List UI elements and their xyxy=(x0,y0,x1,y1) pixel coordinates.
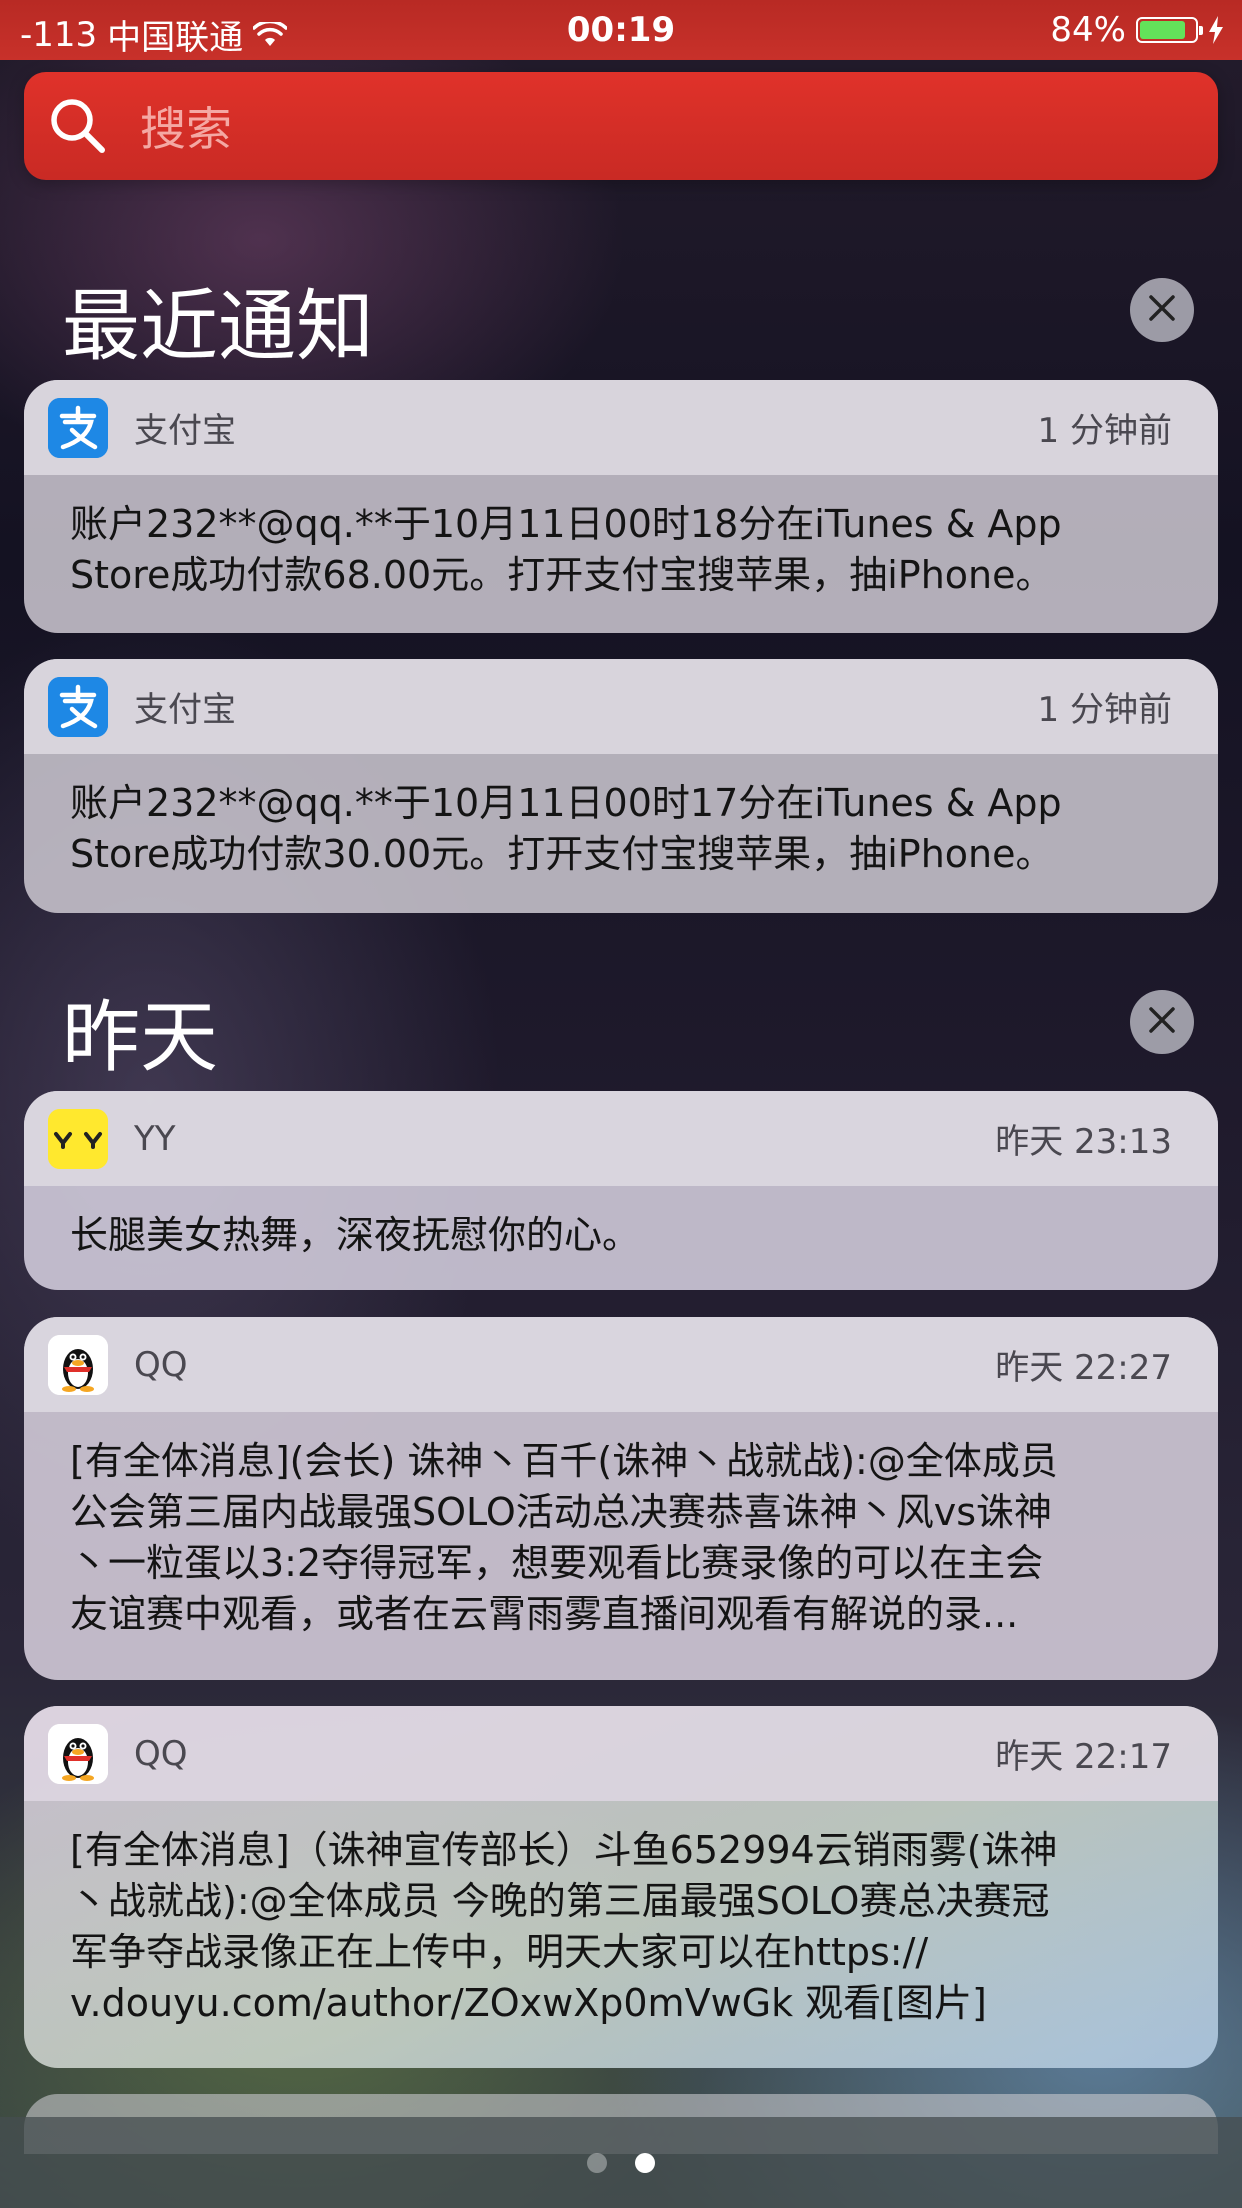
notification-card[interactable]: QQ 昨天 22:27 [有全体消息](会长) 诛神丶百千(诛神丶战就战):@全… xyxy=(24,1317,1218,1680)
close-icon xyxy=(1147,1005,1177,1039)
notification-body: [有全体消息](会长) 诛神丶百千(诛神丶战就战):@全体成员 公会第三届内战最… xyxy=(70,1439,1058,1636)
notification-time: 昨天 22:27 xyxy=(995,1348,1172,1388)
notification-card[interactable]: YY 昨天 23:13 长腿美女热舞，深夜抚慰你的心。 xyxy=(24,1091,1218,1290)
notification-time: 昨天 22:17 xyxy=(995,1737,1172,1777)
yy-icon xyxy=(48,1108,108,1169)
notification-body: 长腿美女热舞，深夜抚慰你的心。 xyxy=(70,1213,641,1257)
search-placeholder[interactable]: 搜索 xyxy=(140,93,232,159)
battery-percent: 84% xyxy=(1050,10,1126,50)
notification-header: 支付宝 1 分钟前 xyxy=(24,659,1218,754)
notification-body: 账户232**@qq.**于10月11日00时17分在iTunes & App … xyxy=(70,781,1062,876)
notification-time: 1 分钟前 xyxy=(1037,411,1172,451)
app-name: QQ xyxy=(134,1344,188,1385)
page-dot-1[interactable] xyxy=(587,2152,607,2173)
notification-header: QQ 昨天 22:27 xyxy=(24,1317,1218,1412)
alipay-icon xyxy=(48,676,108,737)
notification-card[interactable]: QQ 昨天 22:17 [有全体消息]（诛神宣传部长）斗鱼652994云销雨雾(… xyxy=(24,1706,1218,2068)
section-title-yesterday: 昨天 xyxy=(62,993,219,1083)
notification-header: YY 昨天 23:13 xyxy=(24,1091,1218,1186)
qq-penguin-icon xyxy=(48,1334,108,1395)
notification-time: 昨天 23:13 xyxy=(995,1122,1172,1162)
app-name: QQ xyxy=(134,1733,188,1774)
close-icon xyxy=(1147,293,1177,327)
page-indicator-bar xyxy=(0,2117,1242,2208)
clear-yesterday-button[interactable] xyxy=(1130,990,1194,1054)
status-bar: -113 中国联通 00:19 84% xyxy=(0,0,1242,60)
search-icon xyxy=(46,94,110,158)
notification-card[interactable]: 支付宝 1 分钟前 账户232**@qq.**于10月11日00时18分在iTu… xyxy=(24,380,1218,633)
clear-recent-button[interactable] xyxy=(1130,278,1194,342)
alipay-icon xyxy=(48,397,108,458)
search-bar[interactable]: 搜索 xyxy=(24,72,1218,180)
notification-card[interactable]: 支付宝 1 分钟前 账户232**@qq.**于10月11日00时17分在iTu… xyxy=(24,659,1218,913)
app-name: 支付宝 xyxy=(134,690,236,730)
charging-bolt-icon xyxy=(1208,16,1224,44)
status-right: 84% xyxy=(1050,10,1224,50)
battery-level-fill xyxy=(1140,21,1186,39)
qq-penguin-icon xyxy=(48,1723,108,1784)
section-title-recent: 最近通知 xyxy=(62,282,375,372)
app-name: 支付宝 xyxy=(134,411,236,451)
notification-header: 支付宝 1 分钟前 xyxy=(24,380,1218,475)
battery-icon xyxy=(1136,17,1203,43)
notification-body: 账户232**@qq.**于10月11日00时18分在iTunes & App … xyxy=(70,502,1062,597)
notification-body: [有全体消息]（诛神宣传部长）斗鱼652994云销雨雾(诛神 丶战就战):@全体… xyxy=(70,1828,1058,2025)
notification-header: QQ 昨天 22:17 xyxy=(24,1706,1218,1801)
app-name: YY xyxy=(134,1118,176,1159)
notification-time: 1 分钟前 xyxy=(1037,690,1172,730)
page-dot-2-active[interactable] xyxy=(635,2152,655,2173)
